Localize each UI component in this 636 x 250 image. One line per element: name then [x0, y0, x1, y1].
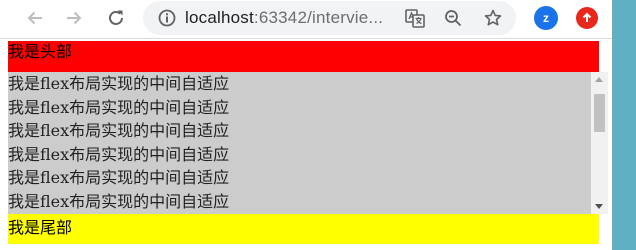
zoom-out-icon[interactable] — [441, 6, 465, 30]
page-main-content: 我是flex布局实现的中间自适应 我是flex布局实现的中间自适应 我是flex… — [8, 72, 591, 214]
page-header: 我是头部 — [8, 41, 599, 72]
translate-icon[interactable] — [403, 6, 427, 30]
reload-icon[interactable] — [103, 5, 129, 31]
scroll-down-arrow-icon[interactable] — [595, 204, 603, 209]
content-line: 我是flex布局实现的中间自适应 — [8, 191, 230, 211]
site-info-icon[interactable] — [155, 6, 179, 30]
content-line: 我是flex布局实现的中间自适应 — [8, 168, 230, 188]
browser-window: localhost:63342/intervie... z 我是头部 我是fle… — [0, 0, 612, 250]
content-line: 我是flex布局实现的中间自适应 — [8, 74, 230, 93]
browser-toolbar: localhost:63342/intervie... z — [0, 0, 612, 38]
back-arrow-icon[interactable] — [22, 5, 48, 31]
address-bar[interactable]: localhost:63342/intervie... — [143, 1, 516, 35]
scroll-up-arrow-icon[interactable] — [595, 77, 603, 82]
main-scrollbar[interactable] — [591, 72, 608, 214]
content-line: 我是flex布局实现的中间自适应 — [8, 144, 230, 164]
bookmark-star-icon[interactable] — [481, 6, 505, 30]
scroll-thumb[interactable] — [594, 94, 605, 132]
update-icon[interactable] — [576, 7, 598, 29]
page-footer: 我是尾部 — [8, 214, 599, 244]
forward-arrow-icon[interactable] — [61, 5, 87, 31]
page-viewport: 我是头部 我是flex布局实现的中间自适应 我是flex布局实现的中间自适应 我… — [0, 38, 612, 250]
profile-avatar[interactable]: z — [534, 6, 558, 30]
content-line: 我是flex布局实现的中间自适应 — [8, 97, 230, 117]
url-path: :63342/intervie... — [253, 8, 384, 27]
url-host: localhost — [185, 8, 254, 27]
url-text[interactable]: localhost:63342/intervie... — [185, 1, 395, 35]
content-line: 我是flex布局实现的中间自适应 — [8, 121, 230, 141]
